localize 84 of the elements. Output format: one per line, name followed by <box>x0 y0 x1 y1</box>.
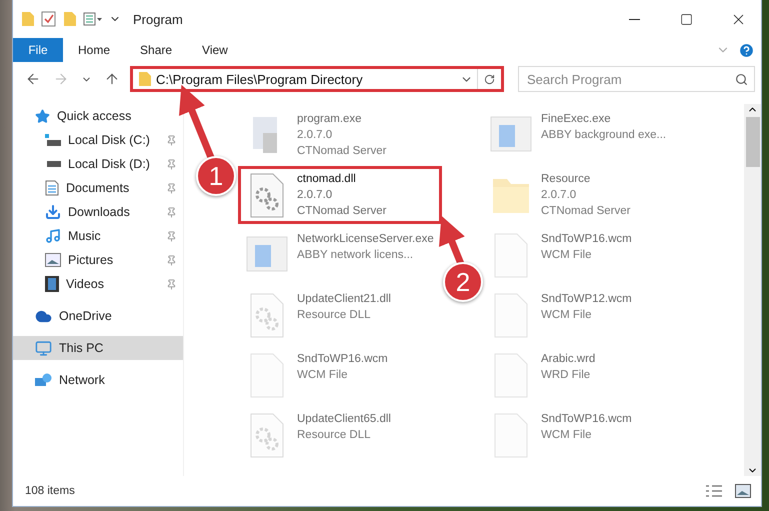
file-detail: ABBY network licens... <box>297 248 414 263</box>
file-item[interactable]: UpdateClient65.dll Resource DLL <box>238 406 442 464</box>
document-icon <box>45 180 59 196</box>
search-field[interactable]: Search Program <box>518 66 755 92</box>
scrollbar[interactable] <box>744 104 761 476</box>
file-detail: CTNomad Server <box>541 204 630 219</box>
file-detail: WCM File <box>297 368 348 383</box>
file-item[interactable]: FineExec.exe ABBY background exe... <box>482 106 686 164</box>
file-detail: 2.0.7.0 <box>541 188 578 203</box>
file-item[interactable]: SndToWP16.wcm WCM File <box>482 226 686 284</box>
download-icon <box>45 204 61 220</box>
folder-icon <box>138 71 152 87</box>
nav-item[interactable]: OneDrive <box>13 304 183 328</box>
picture-icon <box>45 253 61 267</box>
nav-item[interactable]: Downloads <box>13 200 183 224</box>
address-field[interactable]: C:\Program Files\Program Directory <box>130 66 504 92</box>
search-icon <box>735 72 748 86</box>
help-icon[interactable] <box>738 42 755 58</box>
file-item[interactable]: program.exe 2.0.7.0 CTNomad Server <box>238 106 442 164</box>
ribbon-tab[interactable]: File <box>13 38 63 62</box>
nav-item[interactable]: This PC <box>13 336 183 360</box>
properties-icon[interactable] <box>83 12 103 26</box>
file-item[interactable]: NetworkLicenseServer.exe ABBY network licens... <box>238 226 442 284</box>
file-name: SndToWP16.wcm <box>297 352 388 367</box>
file-detail: 2.0.7.0 <box>297 128 334 143</box>
file-name: NetworkLicenseServer.exe <box>297 232 434 247</box>
ribbon-tab[interactable]: Home <box>63 38 126 62</box>
pointer-arrow <box>438 216 465 266</box>
maximize-icon <box>680 12 692 26</box>
file-item[interactable]: SndToWP16.wcm WCM File <box>482 406 686 464</box>
star-icon <box>35 108 50 124</box>
file-detail: CTNomad Server <box>297 204 386 219</box>
nav-item[interactable]: Local Disk (D:) <box>13 152 183 176</box>
file-detail: WCM File <box>541 428 592 443</box>
file-item[interactable]: SndToWP12.wcm WCM File <box>482 286 686 344</box>
file-detail: WCM File <box>541 308 592 323</box>
scroll-thumb[interactable] <box>746 117 760 167</box>
file-item[interactable]: ctnomad.dll 2.0.7.0 CTNomad Server <box>238 166 442 224</box>
details-view-icon[interactable] <box>705 484 723 498</box>
film-icon <box>45 276 59 292</box>
file-name: UpdateClient21.dll <box>297 292 391 307</box>
file-name: FineExec.exe <box>541 112 612 127</box>
file-name: ctnomad.dll <box>297 172 357 187</box>
file-name: UpdateClient65.dll <box>297 412 391 427</box>
file-name: Arabic.wrd <box>541 352 596 367</box>
file-detail: CTNomad Server <box>297 144 386 159</box>
up-icon <box>104 71 120 87</box>
music-icon <box>45 228 61 244</box>
file-item[interactable]: Arabic.wrd WRD File <box>482 346 686 404</box>
file-detail: Resource DLL <box>297 308 372 323</box>
file-name: program.exe <box>297 112 363 127</box>
monitor-icon <box>35 340 52 356</box>
forward-icon <box>53 71 69 87</box>
file-name: SndToWP12.wcm <box>541 292 632 307</box>
window-title: Program <box>133 12 184 26</box>
file-item[interactable]: SndToWP16.wcm WCM File <box>238 346 442 404</box>
drive-icon <box>45 161 61 167</box>
nav-item[interactable]: Documents <box>13 176 183 200</box>
back-icon <box>25 71 41 87</box>
file-detail: Resource DLL <box>297 428 372 443</box>
file-name: SndToWP16.wcm <box>541 232 632 247</box>
nav-item[interactable]: Quick access <box>13 104 183 128</box>
network-icon <box>35 372 52 388</box>
nav-item[interactable]: Network <box>13 368 183 392</box>
file-detail: ABBY background exe... <box>541 128 666 143</box>
nav-item[interactable]: Local Disk (C:) <box>13 128 183 152</box>
refresh-icon <box>484 72 495 86</box>
file-detail: WRD File <box>541 368 592 383</box>
file-item[interactable]: UpdateClient21.dll Resource DLL <box>238 286 442 344</box>
checklist-icon[interactable] <box>41 11 57 27</box>
file-name: Resource <box>541 172 592 187</box>
item-count: 108 items <box>25 485 76 497</box>
file-name: SndToWP16.wcm <box>541 412 632 427</box>
minimize-icon <box>628 18 640 20</box>
tiles-view-icon[interactable] <box>735 484 751 498</box>
ribbon-tab[interactable]: Share <box>125 38 188 62</box>
nav-item[interactable]: Pictures <box>13 248 183 272</box>
file-detail: 2.0.7.0 <box>297 188 334 203</box>
file-item[interactable]: Resource 2.0.7.0 CTNomad Server <box>482 166 686 224</box>
ribbon-tab[interactable]: View <box>187 38 243 62</box>
file-detail: WCM File <box>541 248 592 263</box>
nav-item[interactable]: Music <box>13 224 183 248</box>
nav-item[interactable]: Videos <box>13 272 183 296</box>
drive-icon <box>45 134 61 146</box>
